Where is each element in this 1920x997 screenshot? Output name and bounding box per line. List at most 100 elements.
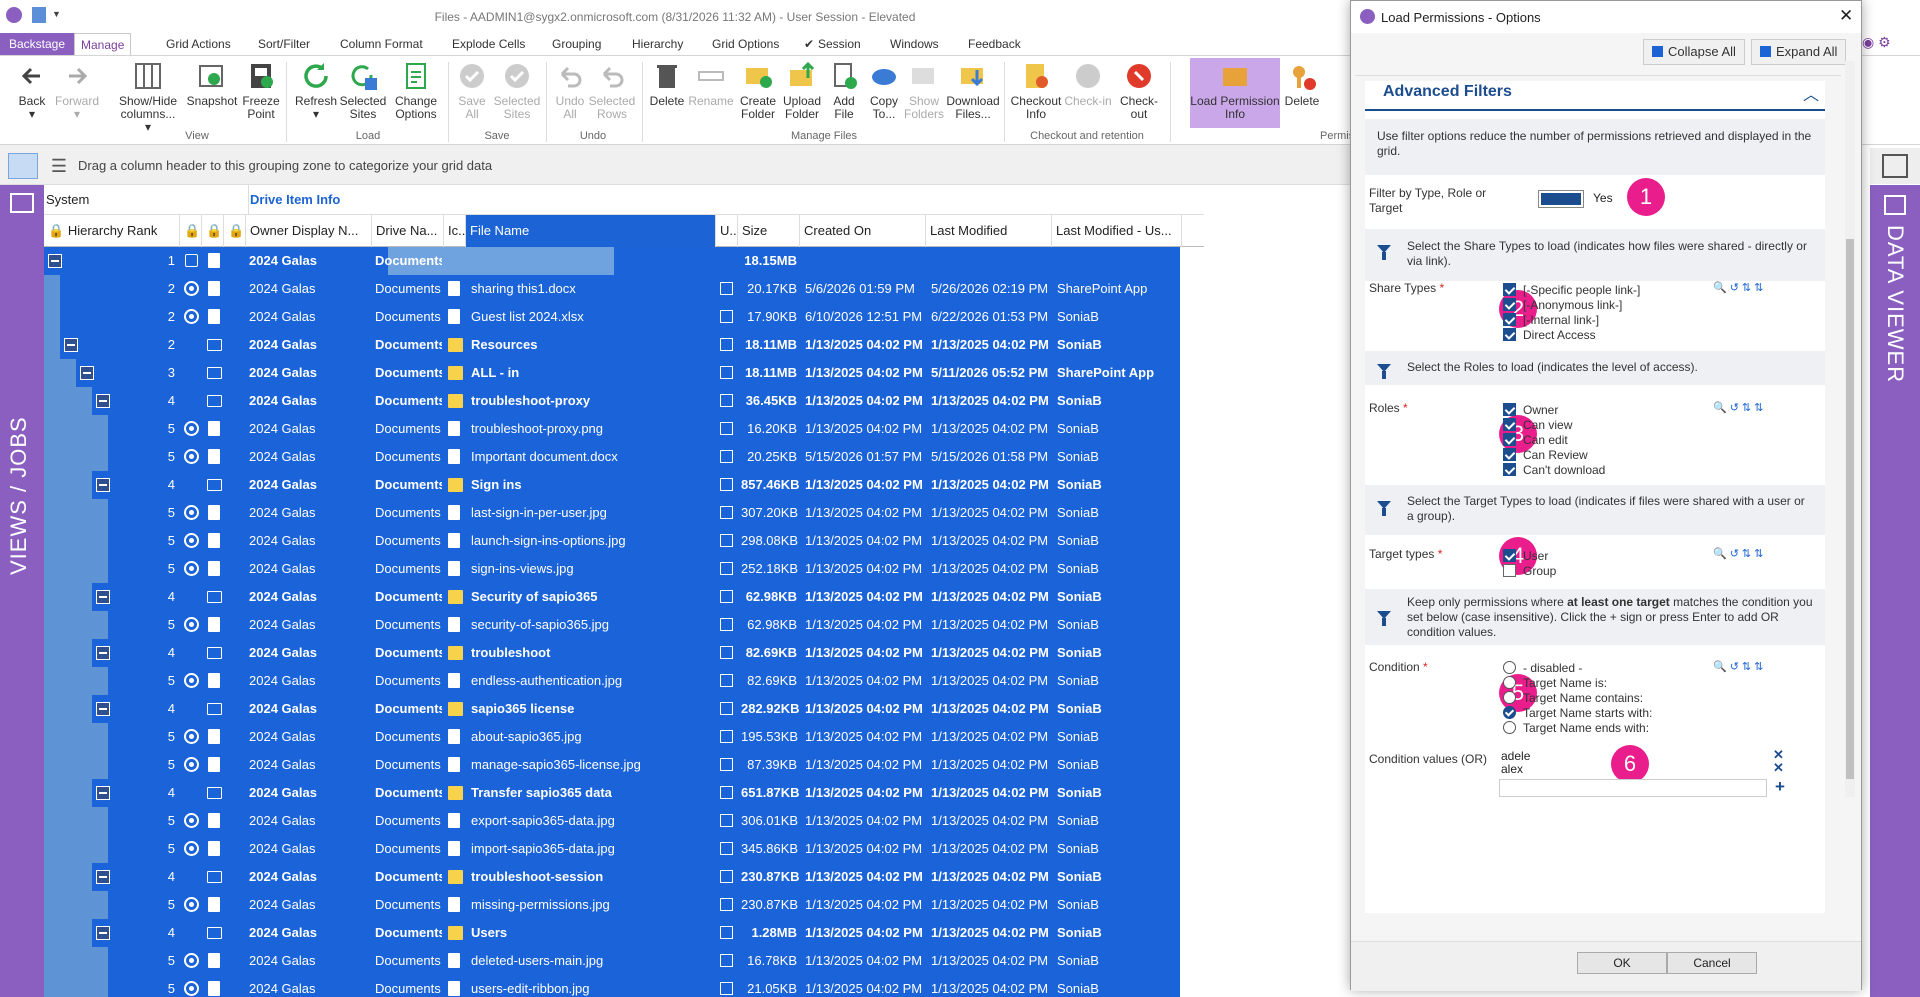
options-icon[interactable]: ⚙ <box>1878 34 1891 50</box>
condition-radio[interactable] <box>1503 676 1516 689</box>
list-tools-icons[interactable]: 🔍↺⇅⇅ <box>1713 547 1766 560</box>
table-row[interactable]: 5 2024 Galas Documents endless-authenticati… <box>44 667 1204 695</box>
table-row[interactable]: 4 2024 Galas Documents: Transfer sapio365 d… <box>44 779 1204 807</box>
tab-session[interactable]: ✔ Session <box>798 33 867 55</box>
condition-radio[interactable] <box>1503 661 1516 674</box>
table-row[interactable]: 1 2024 Galas Documents: 18.15MB <box>44 247 1204 275</box>
show-folders-button[interactable]: Show Folders <box>904 60 944 121</box>
collapse-toggle-icon[interactable] <box>64 338 78 352</box>
collapse-toggle-icon[interactable] <box>96 646 110 660</box>
open-link-icon[interactable] <box>720 310 733 323</box>
col-u[interactable]: U... <box>716 215 738 247</box>
rename-button[interactable]: Rename <box>688 60 734 108</box>
data-viewer-icon[interactable] <box>1884 195 1906 215</box>
undo-selected-rows-button[interactable]: Selected Rows <box>588 60 636 121</box>
open-link-icon[interactable] <box>720 730 733 743</box>
list-tools-icons[interactable]: 🔍↺⇅⇅ <box>1713 281 1766 294</box>
open-link-icon[interactable] <box>720 394 733 407</box>
collapse-toggle-icon[interactable] <box>96 786 110 800</box>
col-last-modified[interactable]: Last Modified <box>926 215 1052 247</box>
open-link-icon[interactable] <box>720 338 733 351</box>
role-checkbox[interactable] <box>1503 433 1516 446</box>
cancel-button[interactable]: Cancel <box>1667 952 1757 974</box>
change-options-button[interactable]: Change Options <box>388 60 444 121</box>
tab-grid-options[interactable]: Grid Options <box>706 33 785 55</box>
collapse-toggle-icon[interactable] <box>96 702 110 716</box>
table-row[interactable]: 5 2024 Galas Documents import-sapio365-data… <box>44 835 1204 863</box>
open-link-icon[interactable] <box>720 618 733 631</box>
undo-all-button[interactable]: Undo All <box>550 60 590 121</box>
tab-backstage[interactable]: Backstage <box>0 33 75 55</box>
check-out-button[interactable]: Check-out <box>1112 60 1166 121</box>
tab-explode-cells[interactable]: Explode Cells <box>446 33 531 55</box>
tab-manage[interactable]: Manage <box>74 33 132 55</box>
open-link-icon[interactable] <box>720 842 733 855</box>
upload-folder-button[interactable]: Upload Folder <box>780 60 824 121</box>
open-link-icon[interactable] <box>720 870 733 883</box>
share-type-checkbox[interactable] <box>1503 313 1516 326</box>
open-link-icon[interactable] <box>720 646 733 659</box>
list-tools-icons[interactable]: 🔍↺⇅⇅ <box>1713 660 1766 673</box>
table-row[interactable]: 5 2024 Galas Documents sign-ins-views.jpg 25… <box>44 555 1204 583</box>
collapse-toggle-icon[interactable] <box>96 478 110 492</box>
col-owner-display-name[interactable]: Owner Display N... <box>246 215 372 247</box>
tab-column-format[interactable]: Column Format <box>334 33 429 55</box>
selected-sites-refresh-button[interactable]: Selected Sites <box>338 60 388 121</box>
open-link-icon[interactable] <box>720 926 733 939</box>
collapse-toggle-icon[interactable] <box>96 926 110 940</box>
open-link-icon[interactable] <box>720 366 733 379</box>
table-row[interactable]: 5 2024 Galas Documents export-sapio365-data… <box>44 807 1204 835</box>
table-row[interactable]: 4 2024 Galas Documents: Sign ins 857.46KB 1/1… <box>44 471 1204 499</box>
tab-feedback[interactable]: Feedback <box>962 33 1027 55</box>
collapse-toggle-icon[interactable] <box>80 366 94 380</box>
snapshot-button[interactable]: Snapshot <box>184 60 240 108</box>
open-link-icon[interactable] <box>720 674 733 687</box>
open-link-icon[interactable] <box>720 954 733 967</box>
table-row[interactable]: 4 2024 Galas Documents: Security of sapio36… <box>44 583 1204 611</box>
open-link-icon[interactable] <box>720 758 733 771</box>
target-type-checkbox[interactable] <box>1503 564 1516 577</box>
table-row[interactable]: 5 2024 Galas Documents launch-sign-ins-opti… <box>44 527 1204 555</box>
table-row[interactable]: 5 2024 Galas Documents deleted-users-main.j… <box>44 947 1204 975</box>
add-file-button[interactable]: Add File <box>824 60 864 121</box>
open-link-icon[interactable] <box>720 982 733 995</box>
col-lock2[interactable]: 🔒 <box>202 215 224 247</box>
data-grid[interactable]: System Drive Item Info 🔒 Hierarchy Rank … <box>44 185 1350 997</box>
ok-button[interactable]: OK <box>1577 952 1667 974</box>
forward-button[interactable]: Forward ▾ <box>52 60 102 121</box>
data-viewer-panel[interactable]: DATA VIEWER <box>1870 185 1920 997</box>
col-last-modified-by[interactable]: Last Modified - Us... <box>1052 215 1182 247</box>
share-type-checkbox[interactable] <box>1503 328 1516 341</box>
tab-grid-actions[interactable]: Grid Actions <box>160 33 237 55</box>
close-icon[interactable]: ✕ <box>1839 6 1853 26</box>
scrollbar-thumb[interactable] <box>1846 239 1854 779</box>
show-hide-columns-button[interactable]: Show/Hide columns... ▾ <box>112 60 184 134</box>
add-value-icon[interactable]: + <box>1775 777 1785 797</box>
col-lock1[interactable]: 🔒 <box>180 215 202 247</box>
check-in-button[interactable]: Check-in <box>1064 60 1112 108</box>
col-drive-name[interactable]: Drive Na... <box>372 215 444 247</box>
table-row[interactable]: 5 2024 Galas Documents security-of-sapio365… <box>44 611 1204 639</box>
open-link-icon[interactable] <box>720 702 733 715</box>
grouping-zone[interactable]: ☰ Drag a column header to this grouping … <box>0 145 1350 185</box>
col-file-name[interactable]: File Name <box>466 215 716 247</box>
freeze-point-button[interactable]: Freeze Point <box>240 60 282 121</box>
col-icon[interactable]: Ic... <box>444 215 466 247</box>
delete-button[interactable]: Delete <box>646 60 688 108</box>
download-files-button[interactable]: Download Files... <box>944 60 1002 121</box>
open-link-icon[interactable] <box>720 450 733 463</box>
copy-to-button[interactable]: Copy To... <box>864 60 904 121</box>
collapse-toggle-icon[interactable] <box>96 394 110 408</box>
trash-icon[interactable] <box>1882 154 1908 178</box>
dialog-scrollbar[interactable] <box>1845 61 1855 797</box>
open-link-icon[interactable] <box>720 898 733 911</box>
save-all-button[interactable]: Save All <box>452 60 492 121</box>
save-selected-sites-button[interactable]: Selected Sites <box>492 60 542 121</box>
col-size[interactable]: Size <box>738 215 800 247</box>
load-permission-info-button[interactable]: Load Permission Info <box>1190 58 1280 128</box>
filter-toggle[interactable] <box>1538 190 1584 208</box>
table-row[interactable]: 2 2024 Galas Documents: Resources 18.11MB 1/1… <box>44 331 1204 359</box>
open-link-icon[interactable] <box>720 590 733 603</box>
table-row[interactable]: 5 2024 Galas Documents last-sign-in-per-use… <box>44 499 1204 527</box>
col-hierarchy-rank[interactable]: 🔒 Hierarchy Rank <box>44 215 180 247</box>
